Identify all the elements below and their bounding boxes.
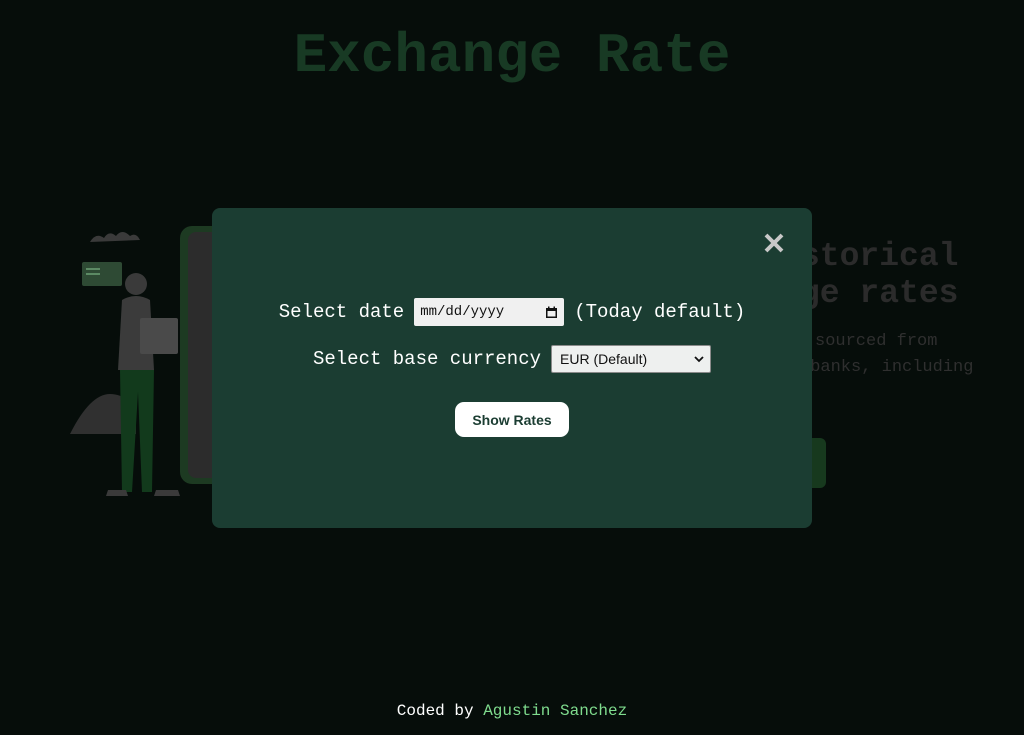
page-title: Exchange Rate xyxy=(293,24,731,88)
currency-select[interactable]: EUR (Default) xyxy=(551,345,712,373)
hero-description-line-1: sourced from xyxy=(815,332,938,351)
date-label: Select date xyxy=(278,301,405,323)
currency-label: Select base currency xyxy=(312,348,542,370)
footer-prefix: Coded by xyxy=(396,702,484,720)
date-input-placeholder: mm/dd/yyyy xyxy=(420,304,505,320)
date-hint: (Today default) xyxy=(574,301,746,323)
hero-heading-line-2: ge rates xyxy=(800,275,959,312)
hero-heading-line-1: storical xyxy=(800,238,959,275)
currency-row: Select base currency EUR (Default) xyxy=(212,344,812,374)
calendar-icon[interactable] xyxy=(545,306,558,319)
hero-description-line-2: banks, including xyxy=(800,358,974,377)
close-icon xyxy=(764,233,784,253)
hero-illustration xyxy=(68,222,228,502)
chevron-down-icon xyxy=(694,355,704,362)
close-button[interactable] xyxy=(757,226,791,260)
hero-heading: storical ge rates xyxy=(800,238,1024,312)
date-input[interactable]: mm/dd/yyyy xyxy=(414,298,565,326)
footer: Coded by Agustin Sanchez xyxy=(0,702,1024,720)
show-rates-button[interactable]: Show Rates xyxy=(455,402,569,437)
hero-description: sourced from banks, including xyxy=(800,329,1024,381)
author-link[interactable]: Agustin Sanchez xyxy=(483,702,627,720)
date-currency-modal: Select date mm/dd/yyyy (Today default) S… xyxy=(212,208,812,528)
currency-select-value: EUR (Default) xyxy=(560,351,648,367)
date-row: Select date mm/dd/yyyy (Today default) xyxy=(212,297,812,327)
